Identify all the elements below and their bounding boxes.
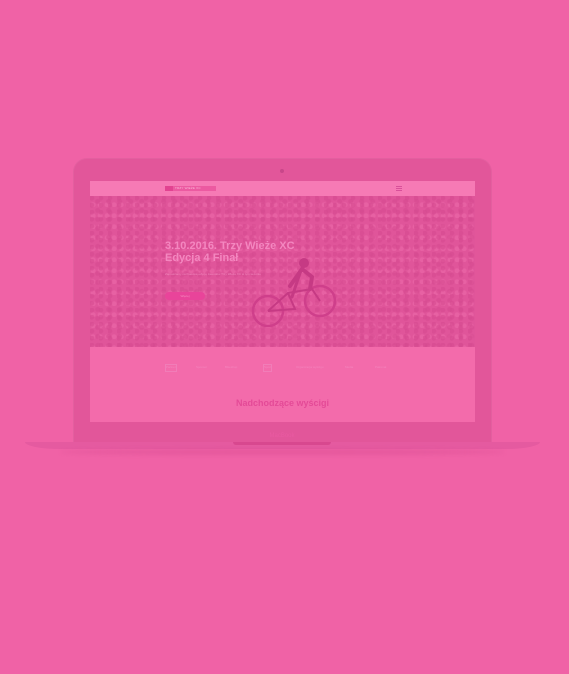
- laptop-base-notch: [233, 442, 331, 445]
- section-title: Nadchodzące wyścigi: [235, 398, 330, 408]
- site-logo[interactable]: TRZY WIEŻE XC: [165, 186, 216, 191]
- partner-logo[interactable]: Partner: [165, 364, 177, 372]
- partner-logo[interactable]: Sponsor: [196, 364, 207, 370]
- partner-logo[interactable]: Patronat: [375, 364, 386, 370]
- camera-icon: [280, 169, 284, 173]
- partner-logo[interactable]: Media: [345, 364, 353, 370]
- laptop-label: MacBook: [269, 433, 295, 439]
- logo-mark-icon: [165, 186, 173, 191]
- partner-logo[interactable]: Sport: [263, 364, 273, 372]
- partners-section: Partner Sponsor Bikeshop Sport Organizac…: [90, 347, 475, 422]
- partner-logo[interactable]: Bikeshop: [225, 364, 237, 370]
- logo-text: TRZY WIEŻE XC: [175, 186, 201, 190]
- hero-cta-button[interactable]: Więcej: [165, 292, 205, 300]
- laptop-screen: TRZY WIEŻE XC 3.10.2016. Trzy Wieże XC E…: [90, 181, 475, 422]
- hero-description: Zapraszamy na finałową edycję zawodów Tr…: [165, 272, 261, 276]
- site-navbar: TRZY WIEŻE XC: [90, 181, 475, 196]
- hero-title: 3.10.2016. Trzy Wieże XC Edycja 4 Finał: [165, 240, 295, 264]
- hero-banner: 3.10.2016. Trzy Wieże XC Edycja 4 Finał …: [90, 196, 475, 347]
- hamburger-menu-icon[interactable]: [396, 186, 402, 191]
- laptop-shadow: [60, 449, 505, 455]
- partner-logo[interactable]: Organizacja wyścigu: [296, 364, 324, 370]
